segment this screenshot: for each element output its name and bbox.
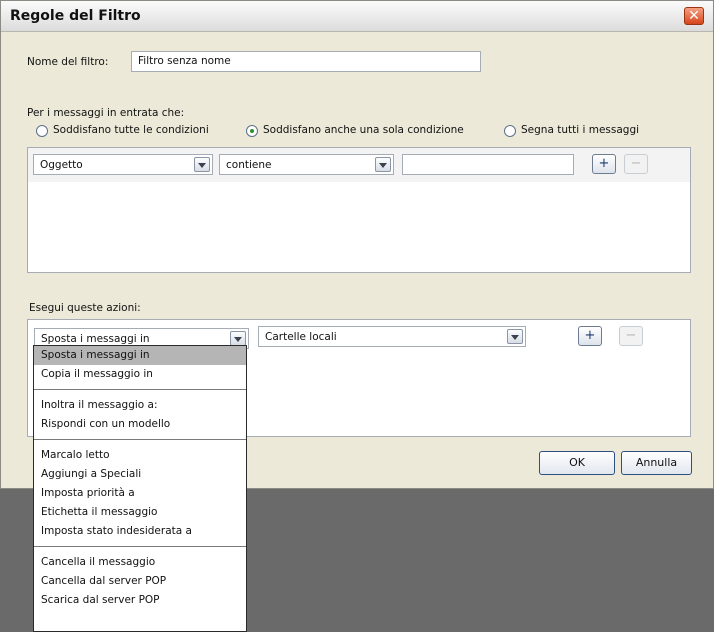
dialog-title: Regole del Filtro xyxy=(10,8,141,24)
dropdown-item[interactable]: Rispondi con un modello xyxy=(34,415,246,434)
dropdown-item[interactable]: Scarica dal server POP xyxy=(34,591,246,610)
menu-separator xyxy=(34,389,246,390)
cancel-button[interactable]: Annulla xyxy=(621,451,692,475)
remove-action-button[interactable]: − xyxy=(619,326,643,346)
condition-value-input[interactable] xyxy=(402,154,574,175)
dropdown-item[interactable]: Imposta priorità a xyxy=(34,484,246,503)
radio-all-messages[interactable] xyxy=(504,125,516,137)
actions-label: Esegui queste azioni: xyxy=(29,302,141,314)
dropdown-item[interactable]: Cancella il messaggio xyxy=(34,553,246,572)
filter-name-input[interactable]: Filtro senza nome xyxy=(131,51,481,72)
dropdown-item[interactable]: Cancella dal server POP xyxy=(34,572,246,591)
dropdown-item[interactable]: Etichetta il messaggio xyxy=(34,503,246,522)
radio-any-condition[interactable] xyxy=(246,125,258,137)
chevron-down-icon[interactable] xyxy=(194,157,210,172)
dropdown-item[interactable]: Copia il messaggio in xyxy=(34,365,246,384)
radio-any-condition-label[interactable]: Soddisfano anche una sola condizione xyxy=(263,124,464,136)
incoming-label: Per i messaggi in entrata che: xyxy=(27,107,185,119)
condition-field-value: Oggetto xyxy=(40,159,83,171)
add-condition-button[interactable]: + xyxy=(592,154,616,174)
target-folder-value: Cartelle locali xyxy=(265,331,337,343)
add-action-button[interactable]: + xyxy=(578,326,602,346)
remove-condition-button[interactable]: − xyxy=(624,154,648,174)
chevron-down-icon[interactable] xyxy=(375,157,391,172)
condition-operator-select[interactable]: contiene xyxy=(219,154,394,175)
action-select-value: Sposta i messaggi in xyxy=(41,333,150,345)
filter-name-label: Nome del filtro: xyxy=(27,56,109,68)
condition-operator-value: contiene xyxy=(226,159,272,171)
dropdown-item[interactable]: Aggiungi a Speciali xyxy=(34,465,246,484)
dropdown-item[interactable]: Sposta i messaggi in xyxy=(34,346,246,365)
action-dropdown-menu[interactable]: Sposta i messaggi in Copia il messaggio i… xyxy=(33,345,247,632)
chevron-down-icon[interactable] xyxy=(507,329,523,344)
ok-button[interactable]: OK xyxy=(539,451,615,475)
radio-all-conditions[interactable] xyxy=(36,125,48,137)
dropdown-item[interactable]: Marcalo letto xyxy=(34,446,246,465)
dropdown-item[interactable]: Imposta stato indesiderata a xyxy=(34,522,246,541)
target-folder-select[interactable]: Cartelle locali xyxy=(258,326,526,347)
close-icon[interactable]: ✕ xyxy=(684,7,704,25)
chevron-down-icon[interactable] xyxy=(230,331,246,346)
radio-all-messages-label[interactable]: Segna tutti i messaggi xyxy=(521,124,639,136)
dropdown-item[interactable]: Inoltra il messaggio a: xyxy=(34,396,246,415)
condition-field-select[interactable]: Oggetto xyxy=(33,154,213,175)
title-bar[interactable]: Regole del Filtro ✕ xyxy=(1,1,713,32)
menu-separator xyxy=(34,439,246,440)
radio-all-conditions-label[interactable]: Soddisfano tutte le condizioni xyxy=(53,124,209,136)
menu-separator xyxy=(34,546,246,547)
